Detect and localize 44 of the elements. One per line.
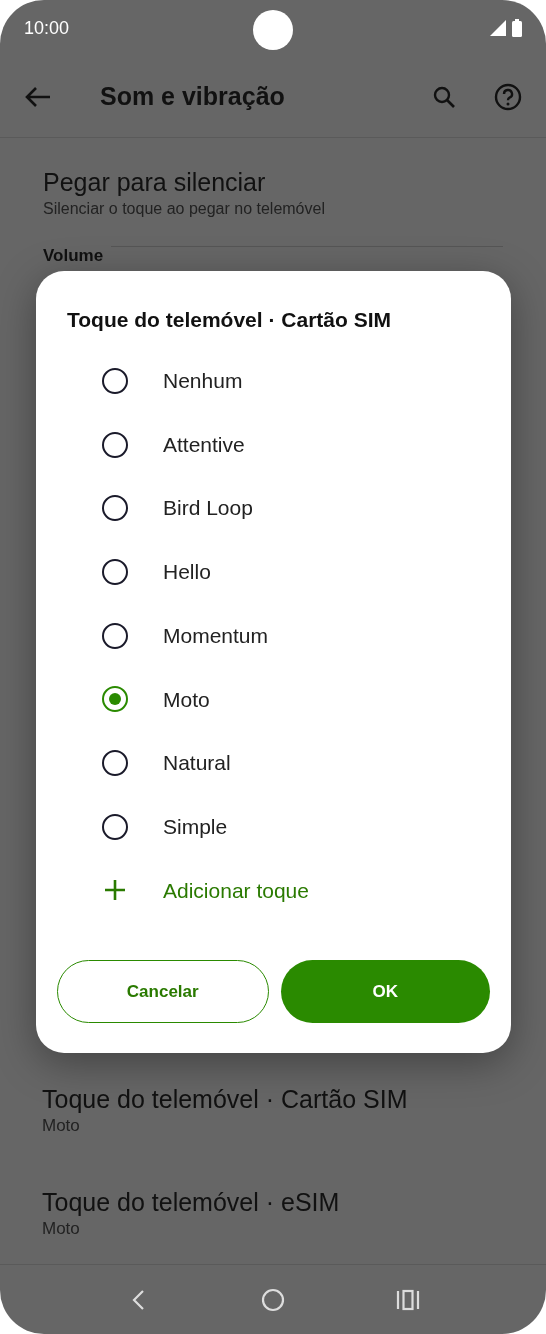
- option-label: Nenhum: [163, 368, 243, 395]
- add-ringtone-button[interactable]: Adicionar toque: [67, 858, 480, 923]
- radio-button[interactable]: [102, 558, 128, 585]
- ringtone-option[interactable]: Momentum: [67, 603, 480, 668]
- dialog-button[interactable]: OK: [280, 960, 490, 1024]
- ringtone-option[interactable]: Nenhum: [67, 349, 480, 413]
- radio-button[interactable]: [102, 749, 128, 776]
- home-nav-button[interactable]: [261, 1287, 285, 1312]
- setting-title: Pegar para silenciar: [43, 167, 267, 198]
- option-label: Bird Loop: [163, 495, 253, 522]
- screen-title: Som e vibração: [100, 80, 285, 112]
- radio-button[interactable]: [102, 686, 128, 713]
- radio-button[interactable]: [102, 813, 128, 840]
- battery-icon: [512, 19, 522, 37]
- option-label: Natural: [163, 750, 231, 777]
- ringtone-option[interactable]: Moto: [67, 667, 480, 732]
- help-button[interactable]: [494, 82, 522, 111]
- ringtone-option[interactable]: Attentive: [67, 412, 480, 477]
- radio-button[interactable]: [102, 431, 128, 458]
- setting-subtitle: Silenciar o toque ao pegar no telemóvel: [43, 199, 326, 219]
- option-label: Moto: [163, 686, 210, 713]
- option-label: Attentive: [163, 431, 245, 458]
- option-label: Hello: [163, 559, 211, 586]
- ringtone-option[interactable]: Natural: [67, 731, 480, 795]
- setting-subtitle: Moto: [42, 1217, 81, 1240]
- plus-icon: [104, 879, 126, 902]
- camera-cutout-icon: [253, 10, 293, 50]
- status-time: 10:00: [24, 16, 70, 40]
- ringtone-option[interactable]: Hello: [67, 540, 480, 604]
- radio-button[interactable]: [102, 367, 128, 394]
- setting-title: Toque do telemóvel · Cartão SIM: [42, 1083, 409, 1115]
- option-label: Simple: [163, 813, 228, 840]
- setting-title: Toque do telemóvel · eSIM: [42, 1186, 341, 1218]
- signal-icon: [490, 20, 506, 36]
- radio-button[interactable]: [102, 495, 128, 522]
- option-label: Momentum: [163, 622, 269, 649]
- setting-subtitle: Moto: [42, 1114, 81, 1137]
- dialog-button[interactable]: Cancelar: [57, 960, 269, 1024]
- section-header: Volume: [43, 245, 104, 267]
- radio-button[interactable]: [102, 622, 128, 649]
- recents-nav-button[interactable]: [396, 1287, 421, 1312]
- ringtone-option[interactable]: Bird Loop: [67, 476, 480, 541]
- ringtone-option[interactable]: Simple: [67, 794, 480, 859]
- dialog-title: Toque do telemóvel · Cartão SIM: [67, 307, 392, 333]
